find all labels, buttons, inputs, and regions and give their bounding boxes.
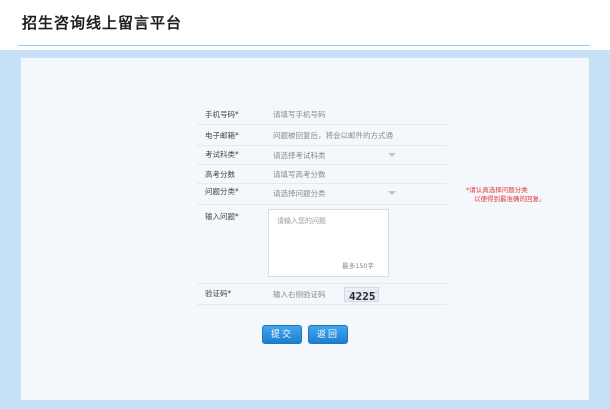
- page-title: 招生咨询线上留言平台: [22, 14, 183, 32]
- score-row: 高考分数 请填写高考分数: [197, 165, 447, 184]
- question-category-select[interactable]: 请选择问题分类: [273, 188, 326, 199]
- question-label: 输入问题*: [205, 212, 239, 221]
- submit-button[interactable]: 提交: [262, 325, 302, 344]
- exam-category-label: 考试科类*: [205, 150, 239, 159]
- chevron-down-icon[interactable]: [388, 191, 396, 195]
- question-placeholder: 请输入您的问题: [277, 217, 326, 225]
- header-divider: [18, 45, 590, 46]
- captcha-text: 4225: [349, 290, 376, 303]
- captcha-label: 验证码*: [205, 289, 232, 298]
- chevron-down-icon[interactable]: [388, 153, 396, 157]
- note-line-1: *请认真选择问题分类: [466, 186, 528, 194]
- captcha-row: 验证码* 输入右侧验证码: [197, 284, 447, 305]
- phone-label: 手机号码*: [205, 110, 239, 119]
- captcha-graphic: 4225: [346, 290, 379, 303]
- exam-category-row: 考试科类* 请选择考试科类: [197, 146, 447, 165]
- captcha-input[interactable]: 输入右侧验证码: [273, 289, 326, 300]
- email-input[interactable]: 问题被回复后，将会以邮件的方式通: [273, 130, 393, 141]
- question-category-row: 问题分类* 请选择问题分类: [197, 184, 447, 205]
- page-header: 招生咨询线上留言平台: [0, 0, 610, 46]
- question-category-label: 问题分类*: [205, 187, 239, 196]
- note-line-2: 以便得到最准确的回复。: [474, 195, 546, 203]
- email-row: 电子邮箱* 问题被回复后，将会以邮件的方式通: [197, 125, 447, 146]
- back-button[interactable]: 返回: [308, 325, 348, 344]
- category-note: *请认真选择问题分类 以便得到最准确的回复。: [466, 186, 546, 204]
- phone-input[interactable]: 请填写手机号码: [273, 109, 326, 120]
- question-textarea[interactable]: 请输入您的问题 最多150字: [268, 209, 389, 277]
- exam-category-select[interactable]: 请选择考试科类: [273, 150, 326, 161]
- email-label: 电子邮箱*: [205, 131, 239, 140]
- question-char-counter: 最多150字: [342, 262, 374, 270]
- phone-row: 手机号码* 请填写手机号码: [197, 104, 447, 125]
- captcha-image[interactable]: 4225: [344, 287, 379, 303]
- score-input[interactable]: 请填写高考分数: [273, 169, 326, 180]
- score-label: 高考分数: [205, 170, 235, 179]
